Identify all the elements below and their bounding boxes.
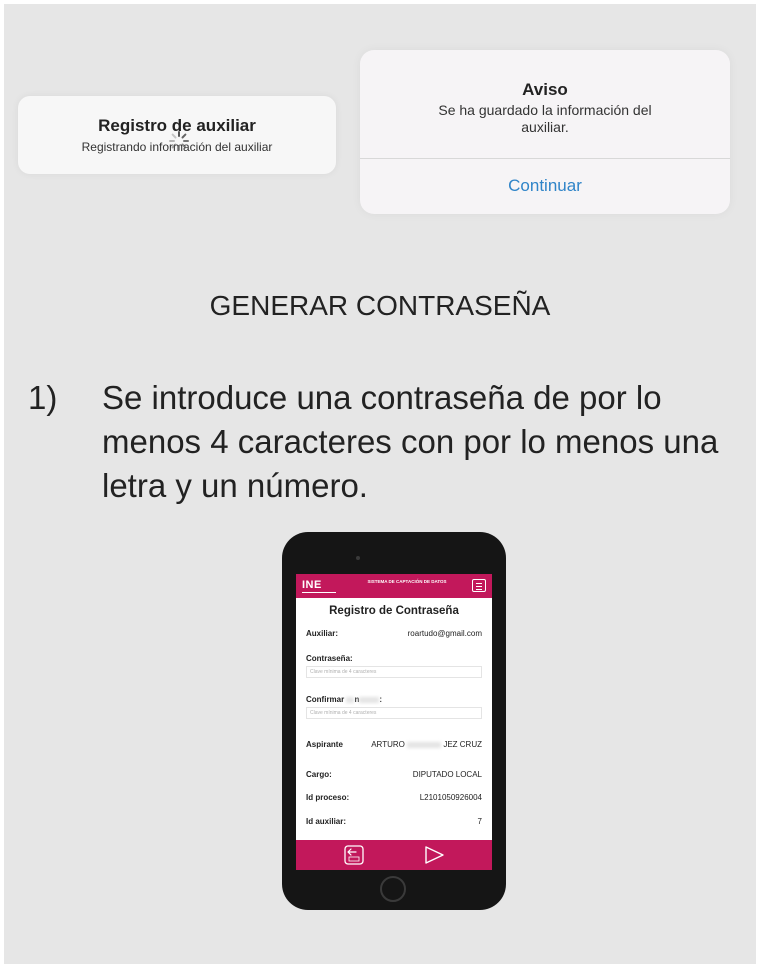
slide: Registro de auxiliar Registrando informa… [4,4,756,964]
aspirante-last-name: JEZ CRUZ [443,740,482,749]
confirm-label: Confirmar n: [306,695,382,704]
phone-screen: INE SISTEMA DE CAPTACIÓN DE DATOS Regist… [296,574,492,870]
cargo-value: DIPUTADO LOCAL [412,770,482,779]
aviso-dialog: Aviso Se ha guardado la información del … [360,50,730,214]
confirm-password-input[interactable]: Clave mínima de 4 caracteres [306,707,482,719]
redacted-text [407,741,442,748]
loading-spinner-icon [169,131,189,151]
registro-dialog: Registro de auxiliar Registrando informa… [18,96,336,174]
cargo-label: Cargo: [306,770,332,779]
logo-underline [302,592,336,593]
phone-speaker [356,556,360,560]
auxiliar-id-value: 7 [477,817,482,826]
aviso-dialog-divider [360,158,730,159]
auxiliar-label: Auxiliar: [306,629,339,638]
system-name: SISTEMA DE CAPTACIÓN DE DATOS [367,579,447,584]
aspirante-label: Aspirante [306,740,343,749]
home-button[interactable] [380,876,406,902]
send-icon[interactable] [422,844,446,866]
aspirante-value: ARTURO JEZ CRUZ [371,740,482,749]
redacted-text [359,696,380,703]
continuar-button[interactable]: Continuar [360,176,730,196]
confirm-label-start: Confirmar [306,695,345,704]
proceso-value: L2101050926004 [419,793,482,802]
password-label: Contraseña: [306,654,353,663]
proceso-label: Id proceso: [306,793,350,802]
step-number: 1) [28,379,58,416]
section-title: GENERAR CONTRASEÑA [209,290,551,321]
redacted-text [346,696,355,703]
aspirante-first-name: ARTURO [371,740,405,749]
ine-logo: INE [302,579,322,591]
auxiliar-id-label: Id auxiliar: [306,817,347,826]
step-text: Se introduce una contraseña de por lo me… [102,379,719,504]
back-icon[interactable] [342,844,366,866]
aviso-dialog-title: Aviso [522,80,568,99]
password-input[interactable]: Clave mínima de 4 caracteres [306,666,482,678]
form-title: Registro de Contraseña [329,605,459,617]
confirm-label-end: : [379,695,383,704]
auxiliar-value: roartudo@gmail.com [407,629,482,638]
app-header: INE SISTEMA DE CAPTACIÓN DE DATOS [296,574,492,598]
phone-mockup: INE SISTEMA DE CAPTACIÓN DE DATOS Regist… [282,532,506,910]
menu-icon[interactable] [472,579,486,592]
aviso-dialog-message: Se ha guardado la información del auxili… [438,102,652,135]
app-bottom-bar [296,840,492,870]
